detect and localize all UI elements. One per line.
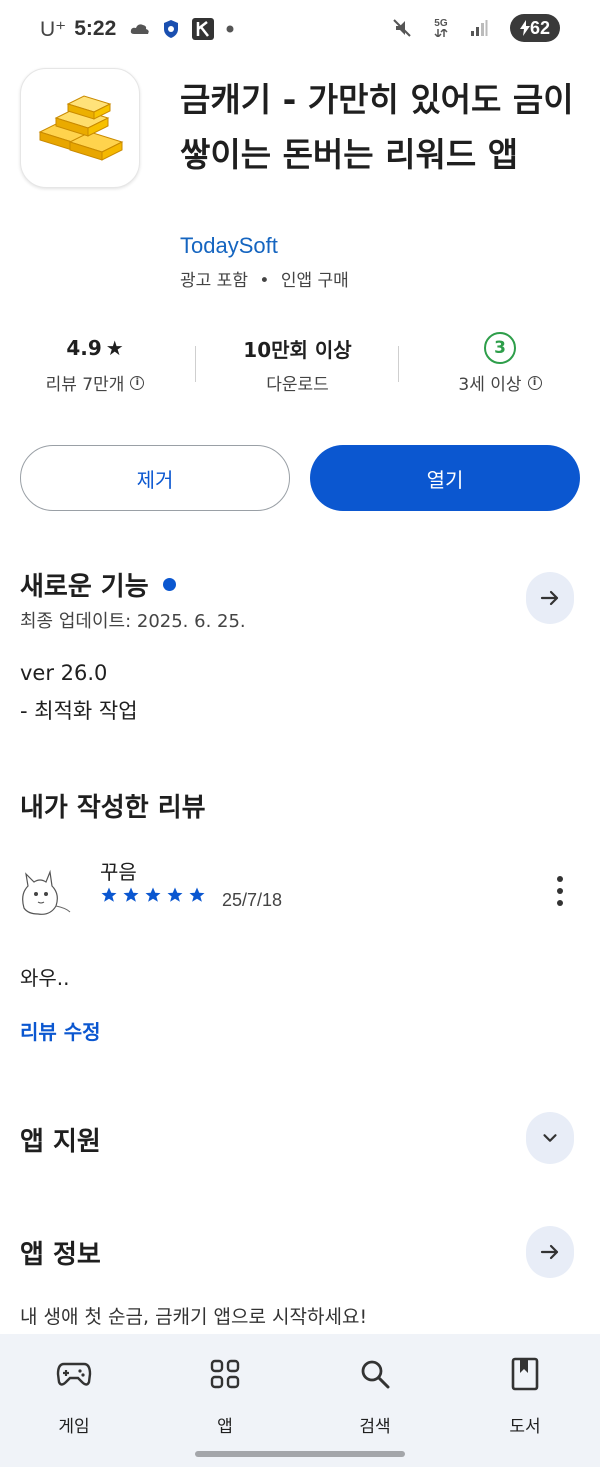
clock: 5:22 bbox=[74, 17, 117, 40]
nav-search-label: 검색 bbox=[359, 1417, 391, 1437]
edit-review-link[interactable]: 리뷰 수정 bbox=[20, 1016, 101, 1045]
carrier-label: U⁺ bbox=[40, 17, 67, 41]
nav-books[interactable]: 도서 bbox=[475, 1352, 575, 1437]
app-support-title: 앱 지원 bbox=[20, 1127, 101, 1157]
reviewer-name: 꾸음 bbox=[100, 860, 137, 884]
avatar bbox=[14, 864, 74, 920]
star-icon bbox=[101, 887, 117, 902]
nav-games-label: 게임 bbox=[58, 1417, 90, 1437]
age-rating-stat[interactable]: 3 3세 이상 i bbox=[420, 330, 580, 395]
nav-games[interactable]: 게임 bbox=[24, 1352, 124, 1437]
rating-star-icon: ★ bbox=[105, 336, 124, 360]
rating-stat[interactable]: 4.9 ★ 리뷰 7만개 i bbox=[20, 330, 170, 395]
whats-new-arrow-button[interactable] bbox=[526, 572, 574, 624]
age-rating-badge: 3 bbox=[484, 332, 516, 364]
info-icon: i bbox=[130, 375, 145, 390]
more-dot bbox=[557, 876, 563, 882]
status-bar: U⁺ 5:22 5G 62 bbox=[0, 0, 600, 58]
battery-indicator: 62 bbox=[509, 14, 560, 42]
app-description: 내 생애 첫 순금, 금캐기 앱으로 시작하세요! bbox=[20, 1306, 368, 1328]
stats-divider bbox=[398, 346, 399, 382]
gold-bars-icon bbox=[38, 95, 124, 161]
star-icon bbox=[167, 887, 183, 902]
more-dot bbox=[557, 888, 563, 894]
remove-button[interactable]: 제거 bbox=[20, 445, 290, 511]
gamepad-icon bbox=[56, 1362, 92, 1386]
search-icon bbox=[361, 1360, 390, 1389]
meta-separator: • bbox=[259, 271, 270, 291]
star-icon bbox=[123, 887, 139, 902]
reviews-count-label: 리뷰 7만개 bbox=[45, 375, 125, 395]
cloud-icon bbox=[130, 23, 150, 35]
new-indicator-dot bbox=[162, 578, 176, 591]
apps-grid-icon bbox=[210, 1359, 240, 1389]
review-date: 25/7/18 bbox=[222, 890, 283, 910]
whats-new-heading: 새로운 기능 bbox=[20, 572, 149, 602]
review-text: 와우.. bbox=[20, 966, 70, 990]
app-icon bbox=[20, 68, 140, 188]
developer-link[interactable]: TodaySoft bbox=[180, 233, 278, 259]
release-note: - 최적화 작업 bbox=[20, 699, 138, 723]
my-review-title: 내가 작성한 리뷰 bbox=[20, 793, 206, 823]
arrow-right-icon bbox=[540, 590, 559, 606]
app-title: 금캐기 - 가만히 있어도 금이 쌓이는 돈버는 리워드 앱 bbox=[180, 80, 574, 174]
downloads-stat: 10만회 이상 다운로드 bbox=[220, 330, 375, 396]
battery-level: 62 bbox=[529, 17, 550, 38]
network-type: 5G bbox=[434, 18, 448, 29]
nav-apps[interactable]: 앱 bbox=[175, 1352, 275, 1437]
app-meta: 광고 포함 • 인앱 구매 bbox=[180, 266, 349, 291]
age-rating-label: 3세 이상 bbox=[458, 375, 522, 395]
whats-new-title: 새로운 기능 bbox=[20, 566, 176, 603]
app-info-title: 앱 정보 bbox=[20, 1240, 101, 1270]
mute-icon bbox=[392, 18, 412, 38]
shield-icon bbox=[162, 19, 180, 39]
rating-value: 4.9 bbox=[66, 336, 102, 360]
in-app-purchase-label: 인앱 구매 bbox=[280, 271, 349, 291]
downloads-label: 다운로드 bbox=[266, 375, 329, 395]
downloads-value: 10만회 이상 bbox=[243, 337, 352, 362]
review-stars bbox=[100, 886, 206, 904]
bottom-navigation: 게임 앱 검색 도서 bbox=[0, 1334, 600, 1467]
star-icon bbox=[145, 887, 161, 902]
signal-icon bbox=[470, 20, 488, 36]
nav-apps-label: 앱 bbox=[217, 1417, 233, 1437]
book-icon bbox=[511, 1357, 539, 1391]
app-support-expand-button[interactable] bbox=[526, 1112, 574, 1164]
info-icon: i bbox=[527, 375, 542, 390]
more-dot bbox=[557, 900, 563, 906]
version-text: ver 26.0 bbox=[20, 661, 108, 685]
chevron-down-icon bbox=[543, 1134, 557, 1142]
home-indicator[interactable] bbox=[195, 1451, 405, 1457]
k-app-icon bbox=[192, 18, 215, 40]
stats-row: 4.9 ★ 리뷰 7만개 i 10만회 이상 다운로드 3 3세 이상 i bbox=[0, 330, 600, 404]
dot-icon bbox=[226, 25, 234, 33]
nav-books-label: 도서 bbox=[509, 1417, 541, 1437]
nav-search[interactable]: 검색 bbox=[325, 1352, 425, 1437]
arrow-right-icon bbox=[540, 1244, 559, 1260]
contains-ads-label: 광고 포함 bbox=[180, 271, 248, 291]
stats-divider bbox=[195, 346, 196, 382]
charging-icon bbox=[519, 20, 530, 36]
last-updated: 최종 업데이트: 2025. 6. 25. bbox=[20, 611, 246, 632]
more-options-button[interactable] bbox=[550, 876, 570, 906]
star-icon bbox=[189, 887, 205, 902]
open-button[interactable]: 열기 bbox=[310, 445, 580, 511]
app-info-arrow-button[interactable] bbox=[526, 1226, 574, 1278]
network-icon: 5G bbox=[434, 19, 448, 37]
